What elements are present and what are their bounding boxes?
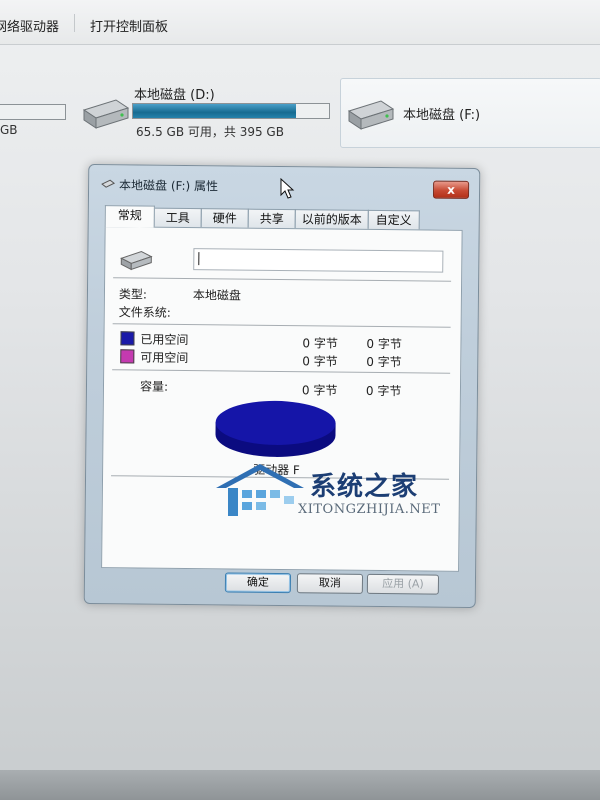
divider bbox=[113, 277, 452, 282]
apply-button[interactable]: 应用 (A) bbox=[366, 573, 440, 595]
monitor-bezel bbox=[0, 770, 600, 800]
capacity-size: 0 字节 bbox=[365, 383, 402, 399]
file-system-label: 文件系统: bbox=[118, 305, 171, 320]
hard-disk-icon bbox=[120, 250, 153, 271]
mouse-cursor-icon bbox=[280, 178, 295, 199]
drive-d-usage-fill bbox=[133, 104, 296, 118]
used-space-swatch bbox=[120, 331, 135, 346]
free-space-label: 可用空间 bbox=[140, 350, 189, 366]
tab-sharing[interactable]: 共享 bbox=[247, 208, 296, 229]
divider bbox=[112, 323, 451, 328]
hard-disk-icon bbox=[347, 100, 395, 130]
watermark: 系统之家 XITONGZHIJIA.NET bbox=[210, 462, 440, 526]
capacity-label: 容量: bbox=[139, 379, 169, 394]
open-control-panel-button[interactable]: 打开控制面板 bbox=[90, 16, 168, 35]
free-space-swatch bbox=[120, 349, 135, 364]
type-label: 类型: bbox=[118, 287, 148, 302]
drive-properties-dialog: 本地磁盘 (F:) 属性 x 常规 工具 硬件 共享 以前的版本 自定义 类型:… bbox=[83, 163, 481, 609]
volume-label-input[interactable] bbox=[193, 248, 444, 273]
disk-usage-pie bbox=[215, 400, 336, 457]
house-logo-icon bbox=[216, 464, 304, 516]
dialog-title: 本地磁盘 (F:) 属性 bbox=[119, 178, 219, 194]
toolbar-divider bbox=[74, 14, 75, 32]
explorer-toolbar: 网络驱动器 打开控制面板 bbox=[0, 0, 600, 45]
drive-d-name: 本地磁盘 (D:) bbox=[134, 88, 215, 103]
tab-previous-versions[interactable]: 以前的版本 bbox=[294, 209, 369, 229]
tab-customize[interactable]: 自定义 bbox=[367, 209, 420, 230]
drive-usage-bar bbox=[0, 104, 66, 120]
drive-d-space-info: 65.5 GB 可用，共 395 GB bbox=[136, 125, 284, 139]
free-space-size: 0 字节 bbox=[366, 354, 402, 370]
watermark-subtitle: XITONGZHIJIA.NET bbox=[298, 502, 441, 517]
watermark-title: 系统之家 bbox=[310, 472, 419, 502]
free-space-bytes: 0 字节 bbox=[302, 354, 338, 369]
used-space-label: 已用空间 bbox=[140, 332, 189, 348]
hard-disk-icon bbox=[101, 179, 116, 188]
tab-general[interactable]: 常规 bbox=[104, 205, 155, 228]
cancel-button[interactable]: 取消 bbox=[296, 573, 364, 594]
close-button[interactable]: x bbox=[432, 180, 470, 199]
tab-hardware[interactable]: 硬件 bbox=[200, 208, 249, 228]
tab-tools[interactable]: 工具 bbox=[153, 207, 202, 228]
drive-f-name: 本地磁盘 (F:) bbox=[403, 108, 481, 123]
drive-d-usage-bar bbox=[132, 103, 330, 119]
used-space-size: 0 字节 bbox=[366, 336, 402, 352]
hard-disk-icon bbox=[82, 99, 130, 129]
type-value: 本地磁盘 bbox=[192, 288, 242, 303]
map-network-drive-button[interactable]: 网络驱动器 bbox=[0, 16, 59, 35]
drive-tile-f[interactable]: 本地磁盘 (F:) bbox=[340, 78, 600, 148]
drive-info: GB bbox=[0, 123, 18, 137]
used-space-bytes: 0 字节 bbox=[302, 336, 338, 351]
capacity-bytes: 0 字节 bbox=[301, 383, 338, 398]
text-caret bbox=[198, 252, 200, 266]
ok-button[interactable]: 确定 bbox=[224, 572, 292, 594]
